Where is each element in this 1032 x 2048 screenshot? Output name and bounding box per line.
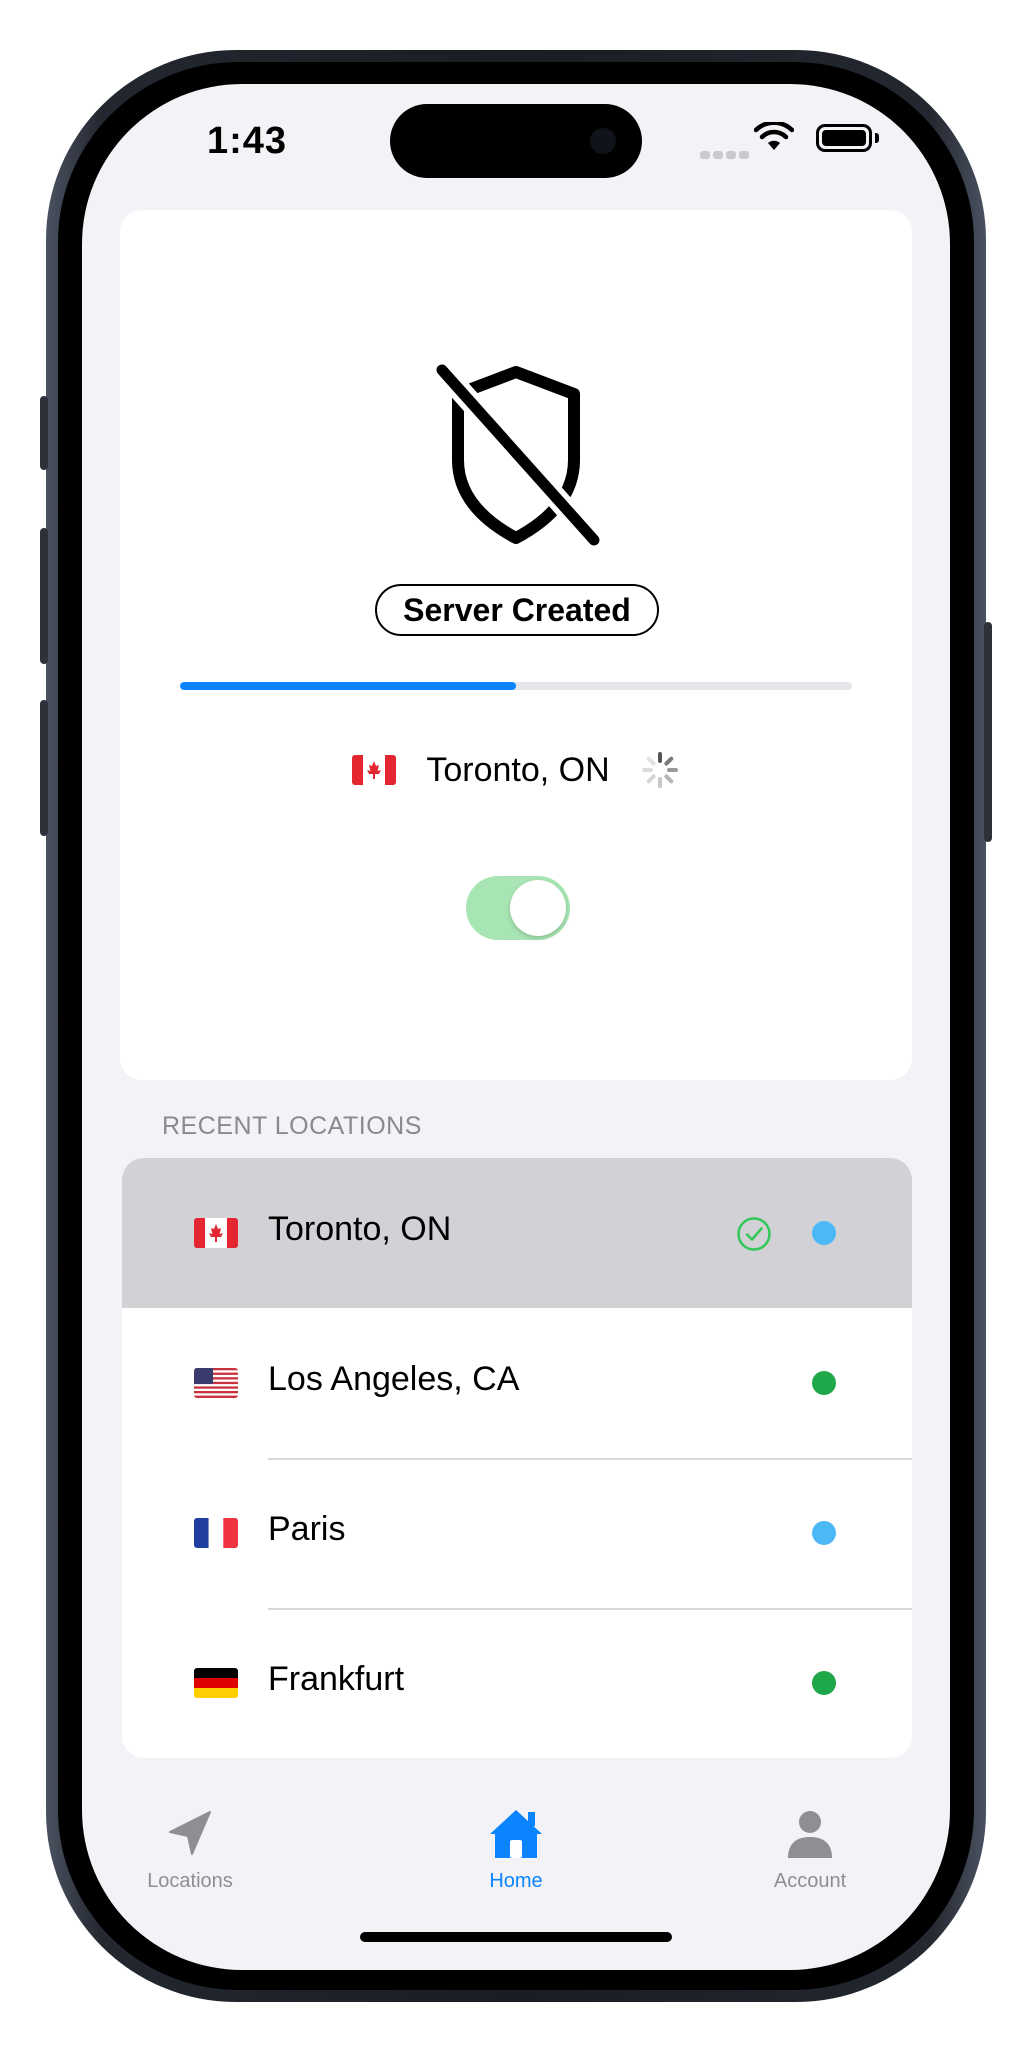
connection-progress-bar xyxy=(180,682,852,690)
tab-account[interactable]: Account xyxy=(720,1806,900,1893)
battery-tip xyxy=(875,133,879,143)
battery-icon xyxy=(816,124,872,152)
action-button xyxy=(40,396,48,470)
checkmark-circle-icon xyxy=(737,1217,771,1251)
server-status-dot xyxy=(812,1221,836,1245)
volume-up-button xyxy=(40,528,48,664)
power-button xyxy=(984,622,992,842)
home-indicator[interactable] xyxy=(360,1932,672,1942)
loading-spinner-icon xyxy=(641,752,678,788)
current-location[interactable]: Toronto, ON xyxy=(120,740,912,800)
shield-slash-icon xyxy=(431,360,605,550)
front-camera xyxy=(590,128,616,154)
germany-flag-icon xyxy=(194,1668,238,1698)
tab-locations[interactable]: Locations xyxy=(100,1806,280,1893)
france-flag-icon xyxy=(194,1518,238,1548)
location-name: Frankfurt xyxy=(268,1660,405,1698)
tab-label: Locations xyxy=(147,1870,233,1892)
location-name: Toronto, ON xyxy=(268,1210,452,1248)
location-arrow-icon xyxy=(169,1811,211,1855)
location-item-frankfurt[interactable]: Frankfurt xyxy=(122,1608,912,1758)
wifi-icon xyxy=(754,122,794,150)
progress-fill xyxy=(180,682,516,690)
current-location-name: Toronto, ON xyxy=(426,750,610,789)
server-status-dot xyxy=(812,1671,836,1695)
tab-home[interactable]: Home xyxy=(426,1806,606,1893)
server-status-dot xyxy=(812,1371,836,1395)
volume-down-button xyxy=(40,700,48,836)
connection-status-badge: Server Created xyxy=(375,584,659,636)
location-name: Los Angeles, CA xyxy=(268,1360,520,1398)
recent-locations-list: Toronto, ON Los Angeles, CA Paris Frankf… xyxy=(122,1158,912,1758)
dynamic-island xyxy=(390,104,642,178)
canada-flag-icon xyxy=(194,1218,238,1248)
server-status-dot xyxy=(812,1521,836,1545)
house-icon xyxy=(490,1810,542,1858)
usa-flag-icon xyxy=(194,1368,238,1398)
toggle-knob xyxy=(510,880,566,936)
status-time: 1:43 xyxy=(207,120,288,162)
vpn-toggle[interactable] xyxy=(466,876,570,940)
location-item-paris[interactable]: Paris xyxy=(122,1458,912,1608)
recent-locations-header: RECENT LOCATIONS xyxy=(162,1112,422,1140)
screen: 1:43 Server Created Toronto, ON RECENT L… xyxy=(82,84,950,1970)
tab-label: Account xyxy=(773,1870,847,1892)
canada-flag-icon xyxy=(352,755,397,785)
cellular-signal-icon xyxy=(700,146,752,164)
connection-card: Server Created Toronto, ON xyxy=(120,210,912,1080)
location-item-los-angeles[interactable]: Los Angeles, CA xyxy=(122,1308,912,1458)
person-icon xyxy=(788,1811,832,1858)
tab-label: Home xyxy=(489,1870,543,1892)
location-item-toronto[interactable]: Toronto, ON xyxy=(122,1158,912,1308)
location-name: Paris xyxy=(268,1510,346,1548)
